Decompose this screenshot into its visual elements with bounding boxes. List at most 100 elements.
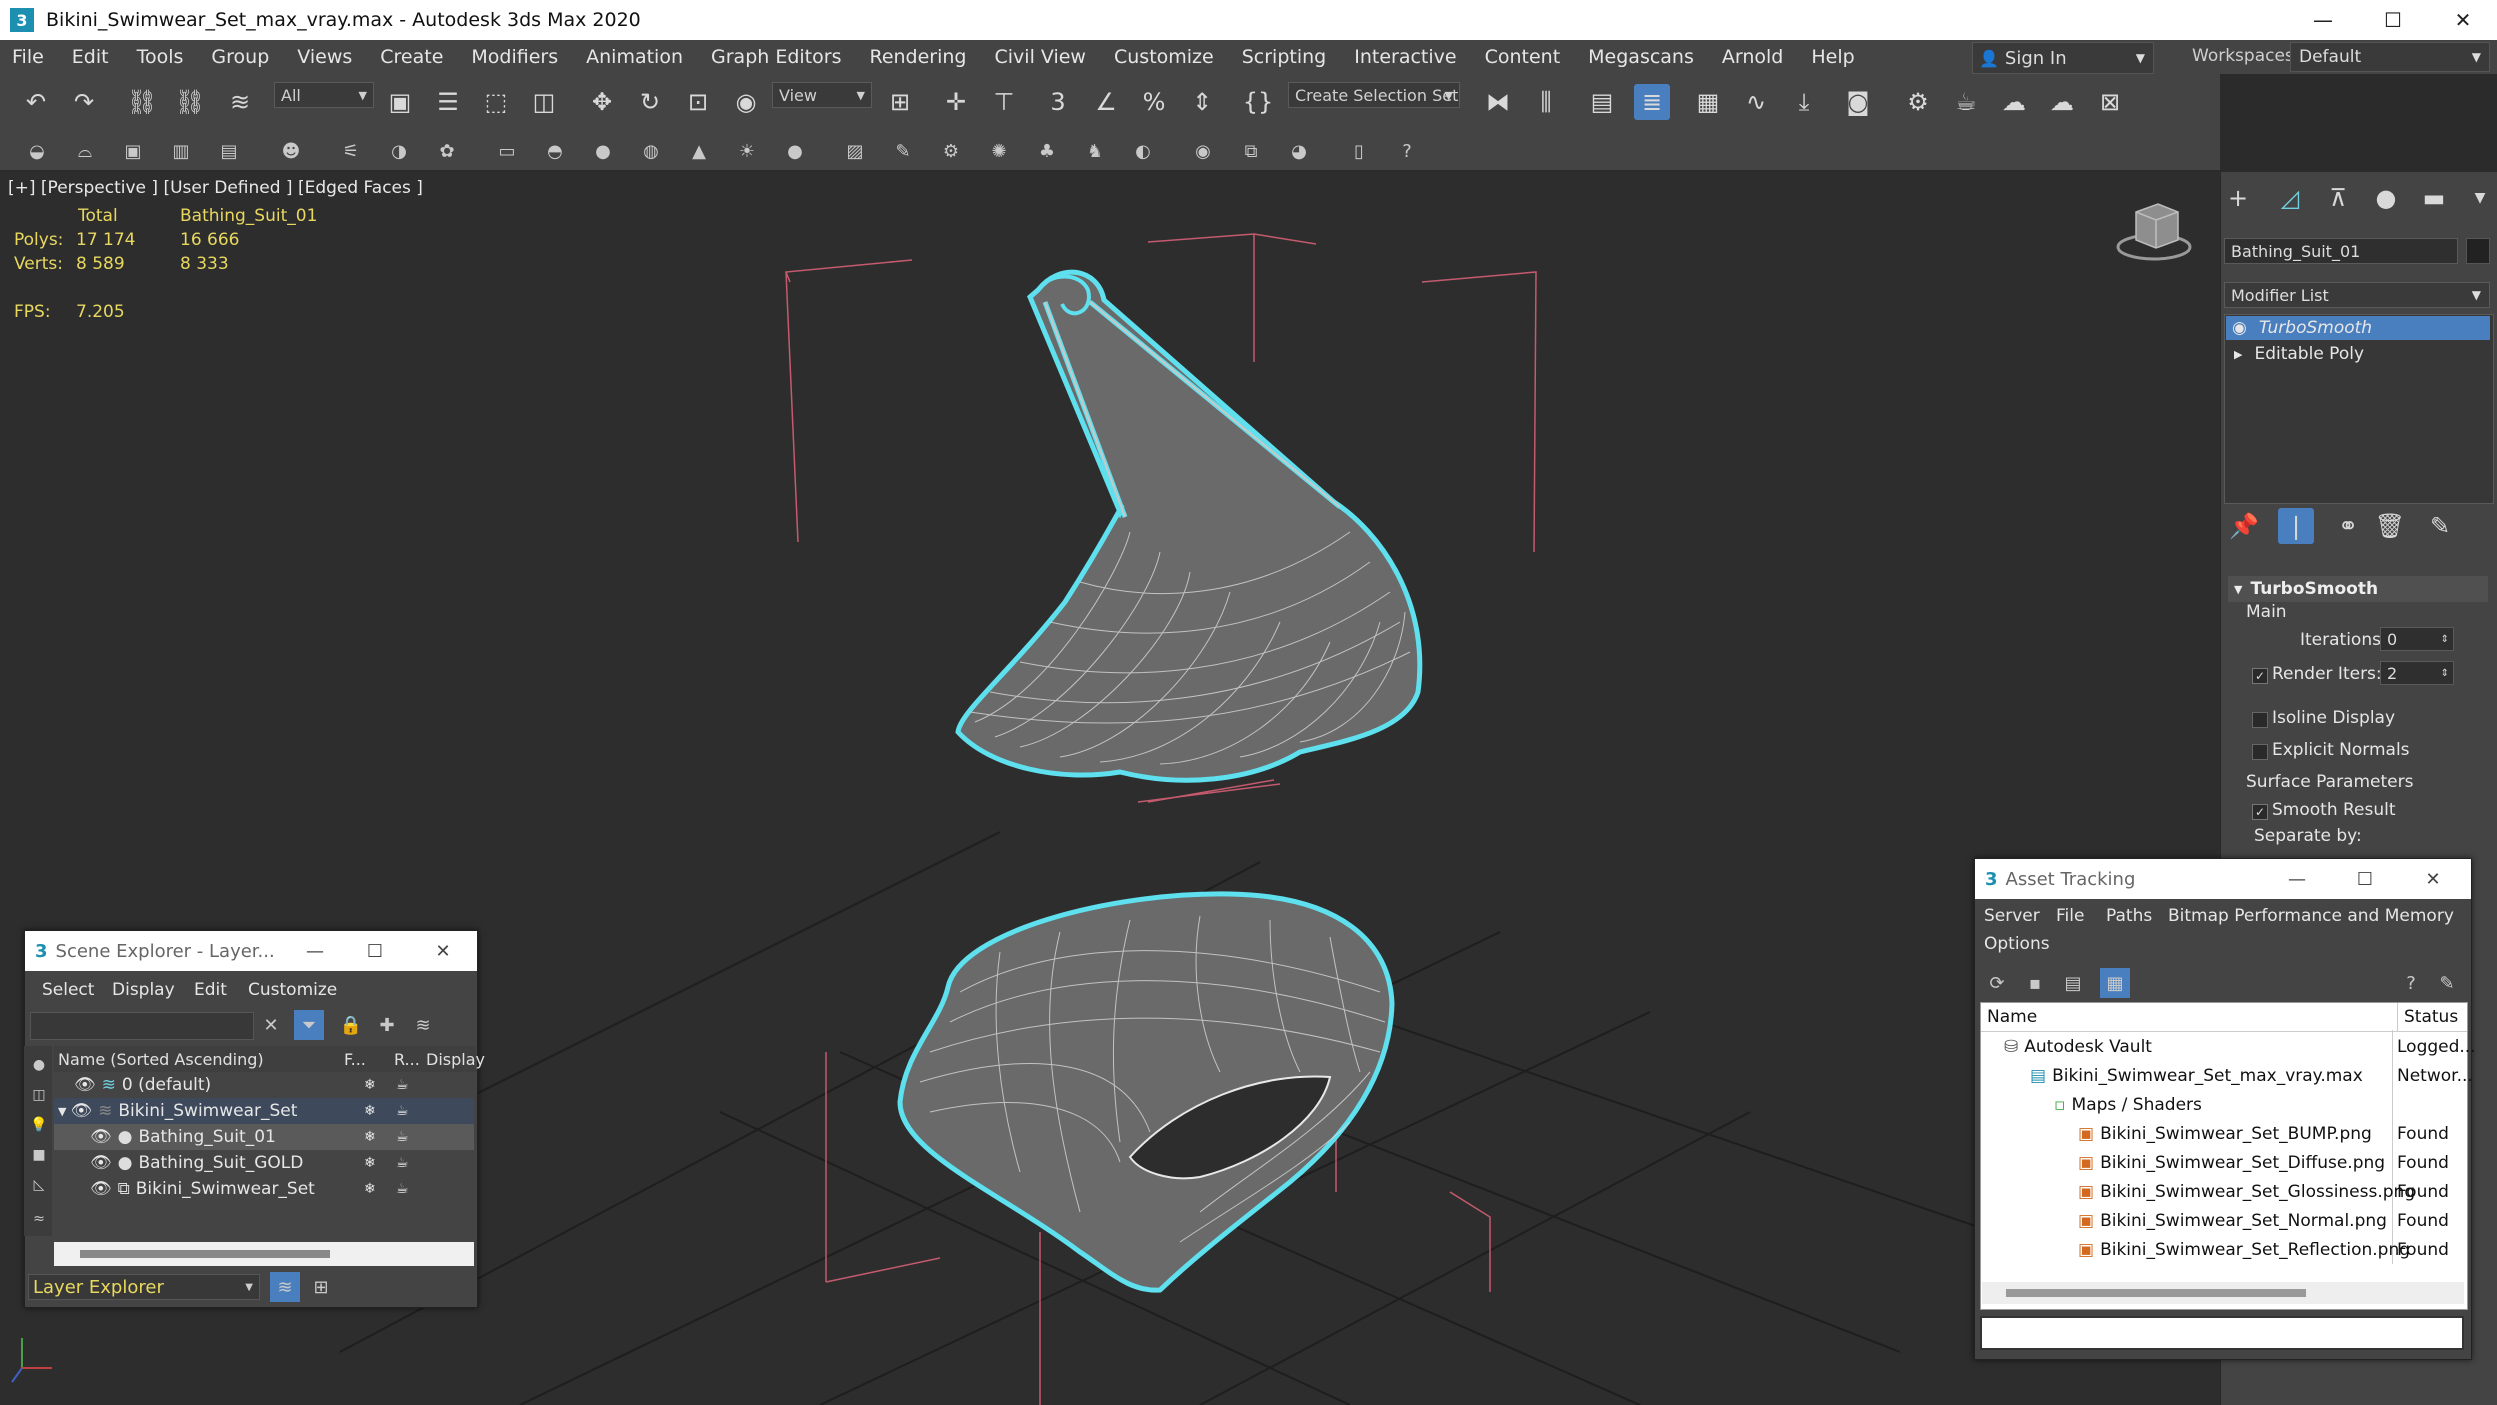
help-icon[interactable]: ? (1392, 136, 1422, 166)
expand-arrow-icon[interactable]: ▶ (2234, 348, 2242, 361)
asset-tracking-title-bar[interactable]: 3 Asset Tracking — ☐ ✕ (1975, 859, 2471, 899)
view-cube-icon[interactable] (2116, 203, 2192, 261)
iterations-spinner[interactable]: 0 ⇕ (2380, 627, 2454, 651)
configure-modifier-sets-icon[interactable]: ✎ (2422, 508, 2458, 544)
minimize-button[interactable]: — (2275, 859, 2319, 899)
object-name-field[interactable]: Bathing_Suit_01 (2224, 238, 2458, 264)
rect-selection-icon[interactable]: ⬚ (478, 84, 514, 120)
toolbar-tool-icon[interactable]: ▤ (214, 136, 244, 166)
render-teapot-icon[interactable]: ☕ (396, 1155, 409, 1171)
eye-icon[interactable]: 👁 (70, 1101, 92, 1121)
hierarchy-mode-icon[interactable]: ⊞ (306, 1272, 336, 1302)
display-helpers-icon[interactable]: ◺ (24, 1170, 54, 1200)
freeze-icon[interactable]: ❄ (364, 1129, 376, 1145)
freeze-icon[interactable]: ❄ (364, 1077, 376, 1093)
workspace-select[interactable]: Default ▼ (2290, 42, 2490, 72)
stack-item-turbosmooth[interactable]: ◉ TurboSmooth (2226, 316, 2490, 340)
plant-icon[interactable]: ♣ (1032, 136, 1062, 166)
asset-menu-bitmap-performance[interactable]: Bitmap Performance and Memory (2168, 906, 2454, 926)
layers-icon[interactable]: ≋ (408, 1010, 438, 1040)
asset-row-maps-shaders[interactable]: ▫ Maps / Shaders (1984, 1090, 2202, 1119)
toolbar-tool-icon[interactable]: ▨ (840, 136, 870, 166)
percent-snap-icon[interactable]: % (1136, 84, 1172, 120)
utilities-tab-icon[interactable]: ▼ (2462, 180, 2497, 216)
object-color-swatch[interactable] (2466, 238, 2490, 264)
display-spacewarps-icon[interactable]: ≈ (24, 1204, 54, 1234)
toolbar-tool-icon[interactable]: ✺ (984, 136, 1014, 166)
explicit-normals-checkbox[interactable] (2252, 744, 2268, 760)
redo-icon[interactable]: ↷ (66, 84, 102, 120)
menu-file[interactable]: File (0, 46, 58, 68)
scrollbar-thumb[interactable] (2006, 1289, 2306, 1297)
column-r-header[interactable]: R... (394, 1050, 420, 1069)
ribbon-icon[interactable]: ▦ (1690, 84, 1726, 120)
add-layer-icon[interactable]: ✚ (372, 1010, 402, 1040)
menu-edit[interactable]: Edit (58, 46, 123, 68)
dome-icon[interactable]: ◓ (540, 136, 570, 166)
pin-icon[interactable]: ✎ (2432, 968, 2462, 998)
freeze-icon[interactable]: ❄ (364, 1181, 376, 1197)
display-tab-icon[interactable]: ▬ (2416, 180, 2452, 216)
remove-modifier-icon[interactable]: 🗑 (2372, 508, 2408, 544)
snaps-toggle-icon[interactable]: 3 (1040, 84, 1076, 120)
render-teapot-icon[interactable]: ☕ (396, 1129, 409, 1145)
menu-tools[interactable]: Tools (123, 46, 198, 68)
column-status-header[interactable]: Status (2397, 1003, 2458, 1031)
sphere-icon[interactable]: ● (588, 136, 618, 166)
edit-named-selection-icon[interactable]: {} (1240, 84, 1276, 120)
display-lights-icon[interactable]: 💡 (24, 1110, 54, 1140)
menu-customize[interactable]: Customize (1100, 46, 1228, 68)
render-cloud-icon[interactable]: ☁ (2044, 84, 2080, 120)
minimize-button[interactable]: — (2290, 0, 2356, 40)
maximize-button[interactable]: ☐ (2360, 0, 2426, 40)
modifier-list-dropdown[interactable]: Modifier List ▼ (2224, 282, 2490, 308)
selection-filter-dropdown[interactable]: All ▼ (274, 82, 374, 108)
menu-graph-editors[interactable]: Graph Editors (697, 46, 855, 68)
close-button[interactable]: ✕ (421, 931, 465, 971)
window-crossing-icon[interactable]: ◫ (526, 84, 562, 120)
angle-snap-icon[interactable]: ∠ (1088, 84, 1124, 120)
render-iters-checkbox[interactable]: ✓ (2252, 668, 2268, 684)
toolbar-tool-icon[interactable]: ▣ (118, 136, 148, 166)
toolbar-tool-icon[interactable]: ⌓ (70, 136, 100, 166)
asset-menu-file[interactable]: File (2056, 906, 2084, 926)
close-button[interactable]: ✕ (2430, 0, 2496, 40)
make-unique-icon[interactable]: ⚭ (2330, 508, 2366, 544)
menu-megascans[interactable]: Megascans (1574, 46, 1708, 68)
filter-icon[interactable]: ⏷ (294, 1010, 324, 1040)
render-teapot-icon[interactable]: ☕ (396, 1077, 409, 1093)
undo-icon[interactable]: ↶ (18, 84, 54, 120)
menu-content[interactable]: Content (1471, 46, 1575, 68)
menu-views[interactable]: Views (283, 46, 366, 68)
column-name-header[interactable]: Name (1987, 1007, 2037, 1027)
layer-explorer-mode-icon[interactable]: ≋ (270, 1272, 300, 1302)
menu-create[interactable]: Create (366, 46, 457, 68)
asset-row-normal[interactable]: ▣ Bikini_Swimwear_Set_Normal.png (1984, 1206, 2387, 1235)
render-teapot-icon[interactable]: ☕ (396, 1181, 409, 1197)
scene-explorer-menu-display[interactable]: Display (112, 980, 175, 1000)
scale-icon[interactable]: ⊡ (680, 84, 716, 120)
menu-scripting[interactable]: Scripting (1228, 46, 1341, 68)
reference-coord-dropdown[interactable]: View ▼ (772, 82, 872, 108)
pin-stack-icon[interactable]: 📌 (2226, 508, 2262, 544)
horizontal-scrollbar[interactable] (54, 1242, 474, 1266)
column-name-header[interactable]: Name (Sorted Ascending) (58, 1050, 264, 1069)
bind-spacewarp-icon[interactable]: ≋ (222, 84, 258, 120)
light-icon[interactable]: ● (780, 136, 810, 166)
display-none-icon[interactable]: ● (24, 1050, 54, 1080)
object-row-bikini-swimwear-set[interactable]: 👁 ⧉ Bikini_Swimwear_Set ❄ ☕ (54, 1176, 474, 1202)
menu-arnold[interactable]: Arnold (1708, 46, 1797, 68)
display-cameras-icon[interactable]: ■ (24, 1140, 54, 1170)
table-view-icon[interactable]: ▦ (2100, 968, 2130, 998)
isoline-checkbox[interactable] (2252, 712, 2268, 728)
globe-icon[interactable]: ◉ (1188, 136, 1218, 166)
menu-modifiers[interactable]: Modifiers (457, 46, 572, 68)
cone-icon[interactable]: ▲ (684, 136, 714, 166)
freeze-icon[interactable]: ❄ (364, 1103, 376, 1119)
asset-menu-options[interactable]: Options (1984, 934, 2050, 954)
named-selection-dropdown[interactable]: Create Selection Set ▼ (1288, 82, 1460, 108)
refresh-icon[interactable]: ⟳ (1982, 968, 2012, 998)
maximize-button[interactable]: ☐ (2343, 859, 2387, 899)
curve-editor-icon[interactable]: ∿ (1738, 84, 1774, 120)
layer-row-default[interactable]: 👁 ≋ 0 (default) ❄ ☕ (54, 1072, 474, 1098)
